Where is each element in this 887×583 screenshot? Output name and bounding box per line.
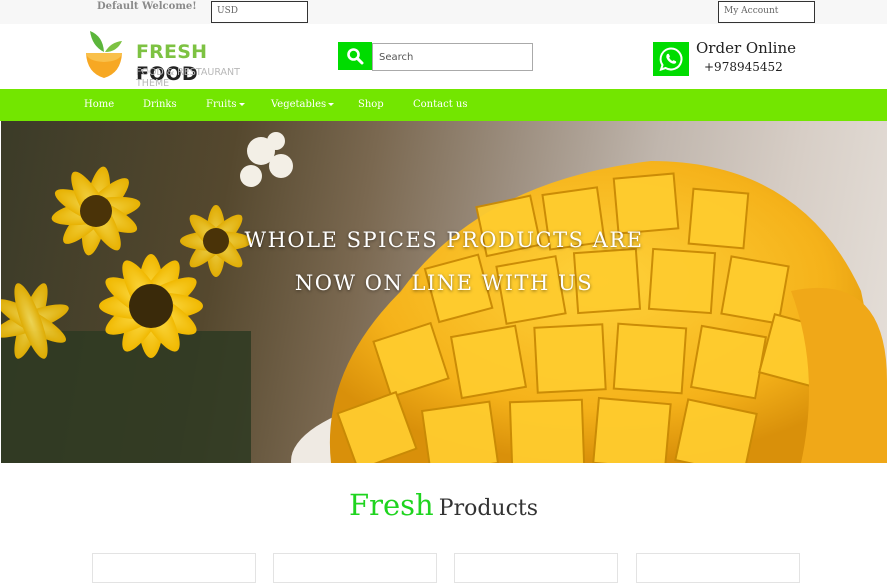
caret-down-icon	[238, 103, 245, 106]
product-card[interactable]	[92, 553, 256, 583]
search-input[interactable]	[372, 43, 533, 71]
search-icon	[347, 48, 364, 65]
site-logo[interactable]: FRESH FOOD FOOD & RESTAURANT THEME	[83, 28, 273, 89]
nav-item-label: Contact us	[413, 99, 468, 110]
caret-down-icon	[328, 103, 335, 106]
logo-tagline: FOOD & RESTAURANT THEME	[136, 67, 240, 89]
nav-item-label: Fruits	[206, 99, 237, 110]
hero-banner[interactable]: WHOLE SPICES PRODUCTS ARE NOW ON LINE WI…	[1, 121, 887, 463]
nav-item-vegetables[interactable]: Vegetables	[271, 99, 335, 110]
welcome-text: Default Welcome!	[97, 1, 197, 12]
search-button[interactable]	[338, 42, 372, 70]
hero-headline-line2: NOW ON LINE WITH US	[294, 271, 594, 295]
nav-item-contact[interactable]: Contact us	[413, 99, 467, 110]
section-title-rest: Products	[438, 496, 539, 521]
logo-word-fresh: FRESH	[136, 41, 208, 63]
nav-item-label: Home	[84, 99, 115, 110]
site-header: FRESH FOOD FOOD & RESTAURANT THEME Order…	[0, 24, 887, 89]
nav-item-label: Shop	[358, 99, 384, 110]
nav-item-label: Vegetables	[271, 99, 327, 110]
currency-select[interactable]: USD	[211, 1, 308, 23]
order-online-title: Order Online	[696, 39, 796, 57]
nav-item-fruits[interactable]: Fruits	[206, 99, 245, 110]
top-bar: Default Welcome! USD My Account	[0, 0, 887, 24]
nav-item-drinks[interactable]: Drinks	[143, 99, 177, 110]
product-card[interactable]	[636, 553, 800, 583]
logo-leaf-bowl-icon	[86, 31, 122, 78]
hero-headline-line1: WHOLE SPICES PRODUCTS ARE	[244, 228, 644, 252]
product-card[interactable]	[273, 553, 437, 583]
my-account-select[interactable]: My Account	[718, 1, 815, 23]
order-phone-number[interactable]: +978945452	[704, 60, 783, 74]
section-title: Fresh Products	[0, 488, 887, 522]
nav-item-shop[interactable]: Shop	[358, 99, 384, 110]
product-card[interactable]	[454, 553, 618, 583]
whatsapp-icon	[659, 47, 683, 72]
section-title-accent: Fresh	[348, 488, 434, 522]
whatsapp-button[interactable]	[653, 42, 689, 76]
nav-item-label: Drinks	[143, 99, 177, 110]
nav-item-home[interactable]: Home	[84, 99, 114, 110]
main-navigation: Home Drinks Fruits Vegetables Shop Conta…	[0, 89, 887, 121]
